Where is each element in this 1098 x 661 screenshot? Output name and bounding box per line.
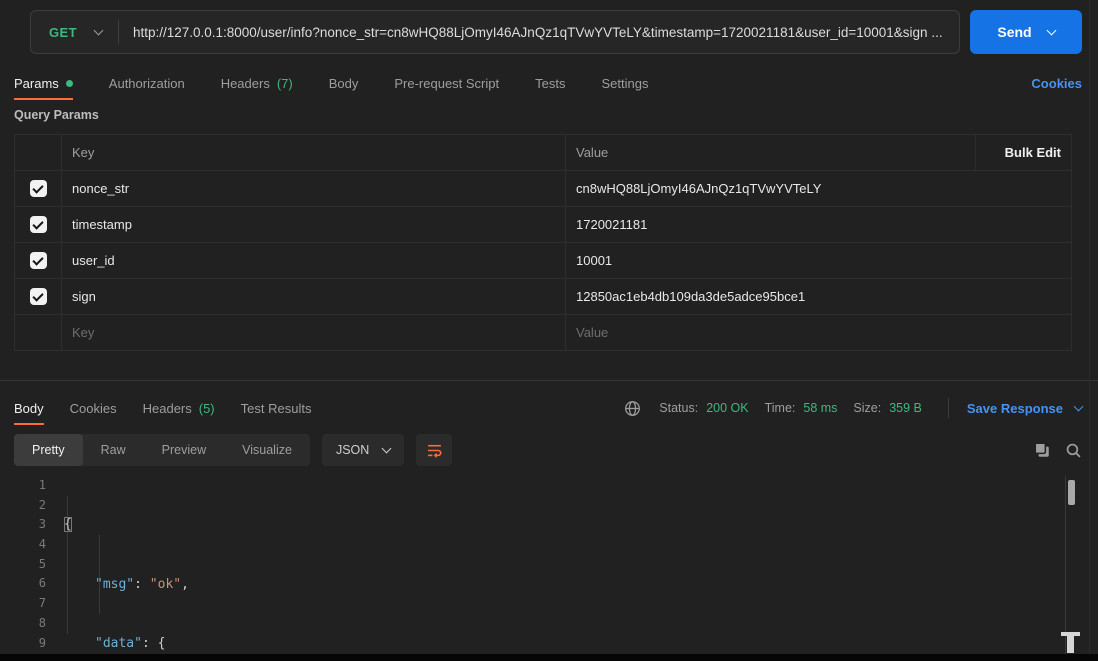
wrap-text-icon xyxy=(427,444,442,458)
bottom-bar xyxy=(0,654,1098,661)
header-checkbox-cell xyxy=(15,135,61,170)
row-checkbox[interactable] xyxy=(29,216,47,233)
new-param-value-input[interactable] xyxy=(576,325,1061,340)
bulk-edit-button[interactable]: Bulk Edit xyxy=(975,135,1071,170)
response-tabs: Body Cookies Headers (5) Test Results St… xyxy=(14,392,1084,425)
request-url-row: GET http://127.0.0.1:8000/user/info?nonc… xyxy=(30,10,1082,54)
view-preview[interactable]: Preview xyxy=(144,434,224,466)
param-value[interactable]: 1720021181 xyxy=(565,207,1071,242)
tab-pre-request-script[interactable]: Pre-request Script xyxy=(394,76,499,91)
postman-window: GET http://127.0.0.1:8000/user/info?nonc… xyxy=(0,0,1098,661)
url-input[interactable]: http://127.0.0.1:8000/user/info?nonce_st… xyxy=(119,25,959,40)
param-value[interactable]: 10001 xyxy=(565,243,1071,278)
chevron-down-icon[interactable] xyxy=(1046,25,1057,36)
scrollbar-track xyxy=(1065,476,1066,654)
column-header-value: Value xyxy=(565,135,975,170)
code-line: "data": { xyxy=(95,635,166,651)
tab-settings[interactable]: Settings xyxy=(601,76,648,91)
headers-count-badge: (7) xyxy=(276,75,293,91)
cursor-position-marker xyxy=(1067,632,1074,653)
copy-icon[interactable] xyxy=(1033,441,1051,459)
tab-params[interactable]: Params xyxy=(14,76,73,100)
chevron-down-icon xyxy=(381,443,392,454)
code-lines: { "msg": "ok", "data": { "name": "码农先森",… xyxy=(54,476,1065,661)
tab-tests[interactable]: Tests xyxy=(535,76,565,91)
view-visualize[interactable]: Visualize xyxy=(224,434,310,466)
param-value[interactable]: 12850ac1eb4db109da3de5adce95bce1 xyxy=(565,279,1071,314)
response-body-editor[interactable]: 1 2 3 4 5 6 7 8 9 { "msg": "ok", "data":… xyxy=(0,476,1085,654)
divider xyxy=(947,398,949,418)
request-tabs: Params Authorization Headers (7) Body Pr… xyxy=(14,68,1082,100)
response-action-icons xyxy=(1033,441,1082,459)
response-toolbar: Pretty Raw Preview Visualize JSON xyxy=(14,434,1082,466)
table-header-row: Key Value Bulk Edit xyxy=(15,135,1071,170)
response-tab-cookies[interactable]: Cookies xyxy=(70,401,117,416)
column-header-key: Key xyxy=(61,135,565,170)
size-value: 359 B xyxy=(889,401,922,415)
code-line: "msg": "ok", xyxy=(95,576,189,592)
save-response-button[interactable]: Save Response xyxy=(967,401,1084,416)
table-empty-row xyxy=(15,314,1071,350)
time-value: 58 ms xyxy=(803,401,838,415)
chevron-down-icon xyxy=(1073,401,1084,412)
response-headers-count-badge: (5) xyxy=(198,400,215,416)
window-edge-divider xyxy=(1089,0,1090,661)
tab-authorization[interactable]: Authorization xyxy=(109,76,185,91)
wrap-text-button[interactable] xyxy=(416,434,453,466)
size-label: Size: xyxy=(853,401,882,415)
line-numbers-gutter: 1 2 3 4 5 6 7 8 9 xyxy=(38,478,46,650)
view-pretty[interactable]: Pretty xyxy=(14,434,83,466)
send-button[interactable]: Send xyxy=(970,10,1082,54)
param-value[interactable]: cn8wHQ88LjOmyI46AJnQz1qTVwYVTeLY xyxy=(565,171,1071,206)
param-key[interactable]: user_id xyxy=(61,243,565,278)
tab-headers[interactable]: Headers (7) xyxy=(221,76,293,91)
url-container: GET http://127.0.0.1:8000/user/info?nonc… xyxy=(30,10,960,54)
network-globe-icon[interactable] xyxy=(624,400,641,417)
param-key[interactable]: sign xyxy=(61,279,565,314)
language-dropdown[interactable]: JSON xyxy=(321,434,405,466)
response-tab-test-results[interactable]: Test Results xyxy=(241,401,312,416)
table-row: user_id 10001 xyxy=(15,242,1071,278)
query-params-table: Key Value Bulk Edit nonce_str cn8wHQ88Lj… xyxy=(14,134,1072,351)
new-param-key-input[interactable] xyxy=(72,325,555,340)
query-params-heading: Query Params xyxy=(14,108,99,122)
table-row: sign 12850ac1eb4db109da3de5adce95bce1 xyxy=(15,278,1071,314)
tab-body[interactable]: Body xyxy=(329,76,359,91)
status-badge: 200 OK xyxy=(706,401,749,415)
row-checkbox[interactable] xyxy=(29,180,47,197)
row-checkbox[interactable] xyxy=(29,252,47,269)
view-switcher: Pretty Raw Preview Visualize xyxy=(14,434,310,466)
response-meta: Status: 200 OK Time: 58 ms Size: 359 B S… xyxy=(624,398,1084,418)
response-tab-headers[interactable]: Headers (5) xyxy=(143,401,215,416)
code-line: { xyxy=(64,517,72,533)
time-label: Time: xyxy=(764,401,796,415)
status-label: Status: xyxy=(659,401,699,415)
param-key[interactable]: timestamp xyxy=(61,207,565,242)
param-key[interactable]: nonce_str xyxy=(61,171,565,206)
params-active-dot-icon xyxy=(65,79,73,87)
method-selector[interactable]: GET xyxy=(31,25,95,40)
cookies-link[interactable]: Cookies xyxy=(1031,76,1082,91)
pane-divider[interactable] xyxy=(0,380,1098,381)
table-row: nonce_str cn8wHQ88LjOmyI46AJnQz1qTVwYVTe… xyxy=(15,170,1071,206)
scrollbar-thumb[interactable] xyxy=(1068,480,1075,505)
table-row: timestamp 1720021181 xyxy=(15,206,1071,242)
chevron-down-icon[interactable] xyxy=(93,25,104,36)
row-checkbox[interactable] xyxy=(29,288,47,305)
search-icon[interactable] xyxy=(1065,442,1082,459)
view-raw[interactable]: Raw xyxy=(83,434,144,466)
response-tab-body[interactable]: Body xyxy=(14,401,44,425)
